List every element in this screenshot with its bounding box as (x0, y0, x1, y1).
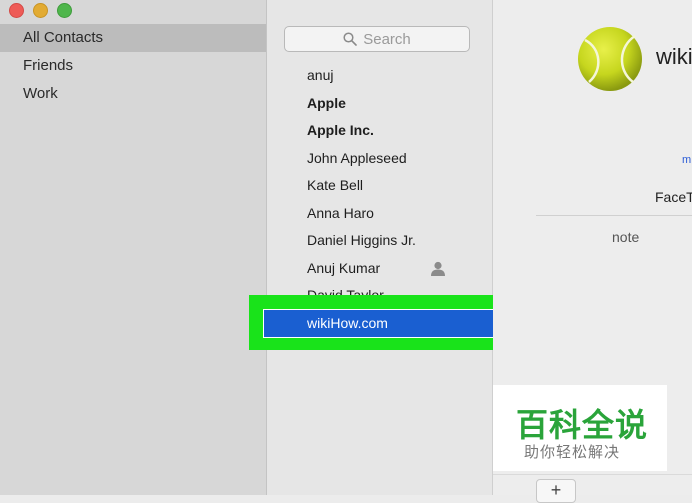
search-field[interactable]: Search (284, 26, 470, 52)
contact-row[interactable]: Kate Bell (267, 172, 492, 200)
contact-row[interactable]: John Appleseed (267, 145, 492, 173)
watermark-title: 百科全说 (516, 406, 649, 444)
contact-row-me[interactable]: Anuj Kumar (267, 255, 492, 283)
contact-link[interactable]: m (682, 154, 691, 166)
contact-name: Anuj Kumar (307, 259, 381, 276)
divider (493, 474, 692, 475)
facetime-label[interactable]: FaceT (655, 189, 692, 205)
watermark-logo: 百科全说 助你轻松解决 (493, 385, 667, 471)
person-icon (431, 261, 445, 276)
contacts-list-pane: Search anuj Apple Apple Inc. John Apples… (267, 0, 493, 495)
contact-row[interactable]: Apple (267, 90, 492, 118)
contact-row[interactable]: Anna Haro (267, 200, 492, 228)
search-placeholder: Search (363, 30, 411, 48)
group-all-contacts[interactable]: All Contacts (0, 24, 266, 52)
close-window-button[interactable] (9, 3, 24, 18)
note-label[interactable]: note (612, 229, 639, 245)
zoom-window-button[interactable] (57, 3, 72, 18)
add-field-button[interactable]: + (536, 479, 576, 503)
contact-name-heading: wiki (656, 44, 692, 69)
contact-row[interactable]: Daniel Higgins Jr. (267, 227, 492, 255)
contact-row[interactable]: David Taylor (267, 282, 492, 296)
groups-sidebar: All Contacts Friends Work (0, 0, 267, 495)
tennis-ball-avatar (578, 27, 642, 91)
divider (536, 215, 692, 216)
minimize-window-button[interactable] (33, 3, 48, 18)
contact-list: anuj Apple Apple Inc. John Appleseed Kat… (267, 62, 492, 296)
group-friends[interactable]: Friends (0, 52, 266, 80)
contact-row-selected[interactable]: wikiHow.com (263, 309, 494, 338)
contact-row[interactable]: anuj (267, 62, 492, 90)
search-icon (343, 32, 358, 46)
watermark-subtitle: 助你轻松解决 (524, 443, 621, 461)
window-controls (9, 3, 72, 18)
contact-row[interactable]: Apple Inc. (267, 117, 492, 145)
group-list: All Contacts Friends Work (0, 24, 266, 108)
group-work[interactable]: Work (0, 80, 266, 108)
